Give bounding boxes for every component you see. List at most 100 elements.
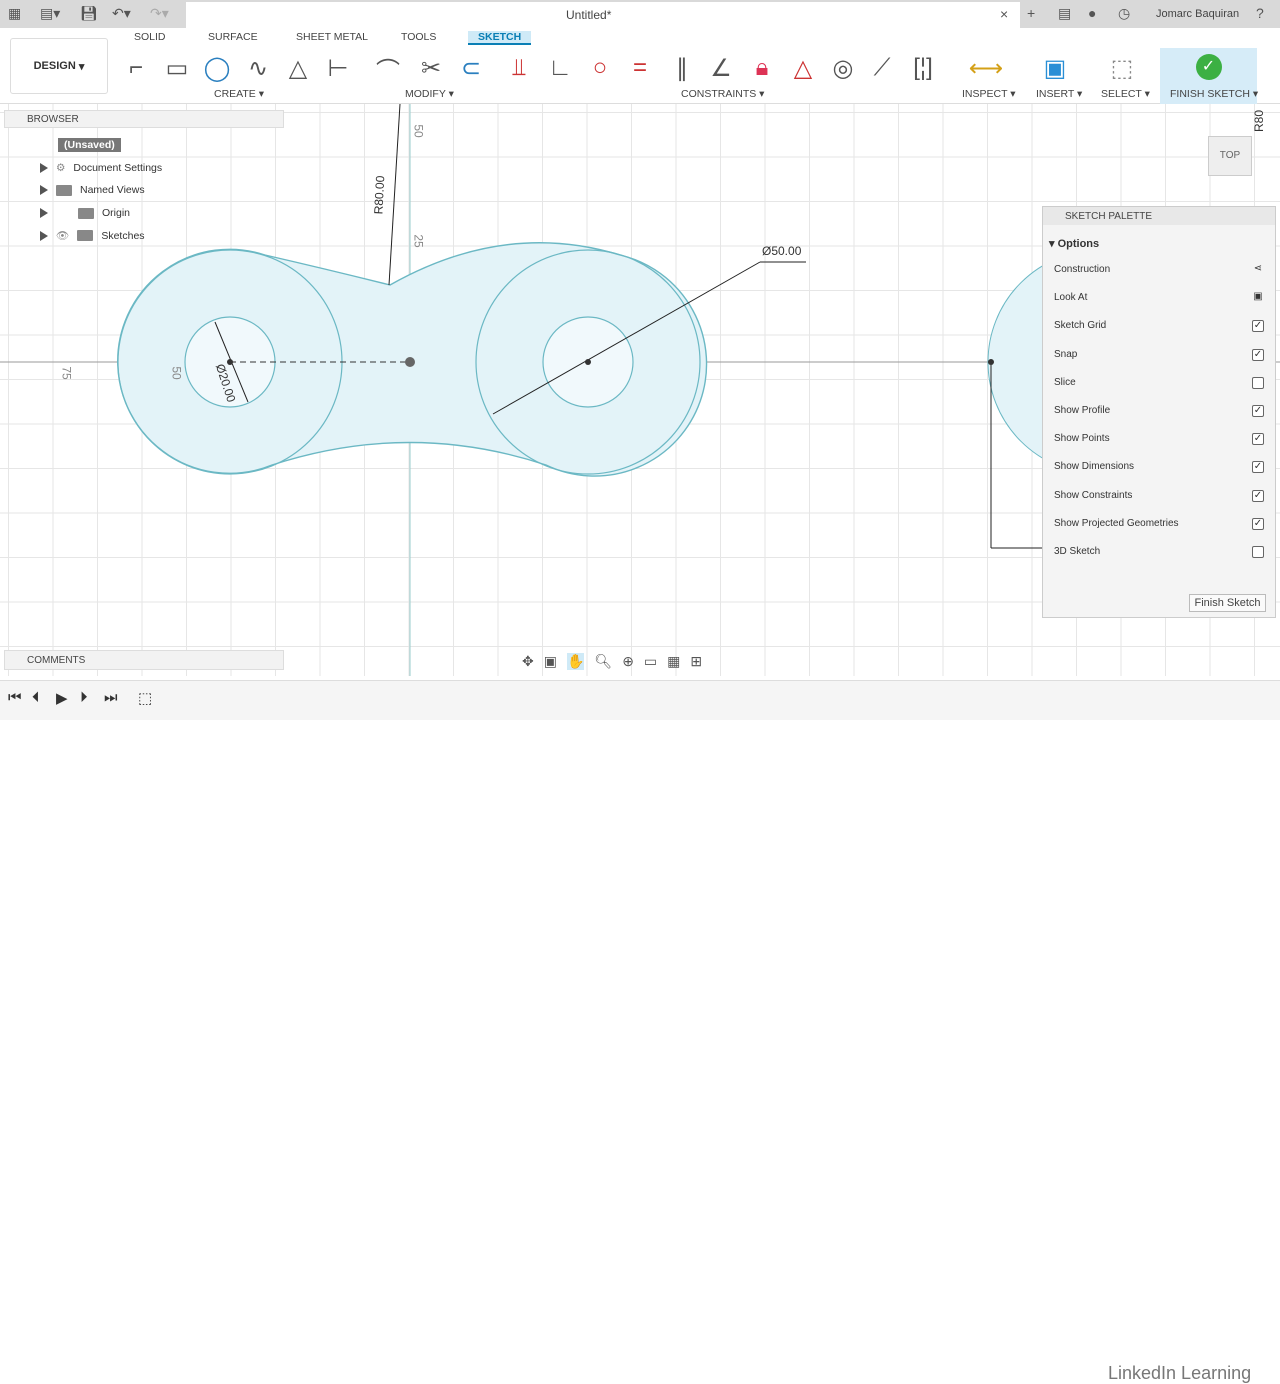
spline-tool-icon[interactable]: ∿ xyxy=(242,52,274,84)
checkbox[interactable]: ✓ xyxy=(1252,433,1264,446)
insert-image-icon[interactable]: ▣ xyxy=(1039,52,1071,84)
tab-tools[interactable]: TOOLS xyxy=(401,31,436,43)
checkbox[interactable]: ✓ xyxy=(1252,320,1264,333)
palette-option-label: Show Dimensions xyxy=(1054,461,1135,473)
tangent-constraint-icon[interactable]: ○ xyxy=(584,52,616,84)
clock-icon[interactable]: ◷ xyxy=(1118,5,1130,22)
browser-item-named-views[interactable]: Named Views xyxy=(40,184,145,196)
triangle-tool-icon[interactable]: △ xyxy=(282,52,314,84)
help-icon[interactable]: ? xyxy=(1256,5,1264,21)
parallel-constraint-icon[interactable]: ∥ xyxy=(666,52,698,84)
file-menu-icon[interactable]: ▤▾ xyxy=(40,5,60,22)
look-at-icon[interactable]: ▣ xyxy=(544,653,557,670)
tab-sheet-metal[interactable]: SHEET METAL xyxy=(296,31,368,43)
palette-option-label: 3D Sketch xyxy=(1054,546,1101,557)
perpendicular-constraint-icon[interactable]: ∟ xyxy=(544,52,576,84)
browser-root[interactable]: (Unsaved) xyxy=(58,138,121,152)
checkbox[interactable]: ✓ xyxy=(1252,489,1264,502)
play-icon[interactable]: ▶ xyxy=(56,689,68,707)
select-window-icon[interactable]: ⬚ xyxy=(1106,52,1138,84)
checkbox[interactable]: ✓ xyxy=(1252,461,1264,474)
palette-option-label: Show Constraints xyxy=(1054,489,1133,501)
undo-icon[interactable]: ↶▾ xyxy=(112,5,131,22)
palette-header[interactable]: SKETCH PALETTE xyxy=(1043,207,1275,225)
coincident-constraint-icon[interactable]: ⫫ xyxy=(503,52,535,84)
checkbox[interactable] xyxy=(1252,376,1264,389)
browser-item-sketches[interactable]: 👁︎ Sketches xyxy=(40,229,145,242)
eye-icon: 👁︎ xyxy=(56,230,70,242)
palette-option-row: Show Projected Geometries ✓ xyxy=(1054,517,1264,530)
line-tool-icon[interactable]: ⌐ xyxy=(120,52,152,84)
construction-icon[interactable]: ⋖ xyxy=(1252,264,1264,276)
checkbox[interactable]: ✓ xyxy=(1252,517,1264,530)
measure-icon[interactable]: ⟷ xyxy=(969,52,1003,84)
checkbox[interactable]: ✓ xyxy=(1252,405,1264,417)
timeline-sketch-feature-icon[interactable]: ⬚ xyxy=(138,689,152,707)
palette-option-label: Look At xyxy=(1054,292,1088,304)
angle-constraint-icon[interactable]: ∠ xyxy=(705,52,737,84)
job-status-icon[interactable]: ● xyxy=(1088,5,1096,21)
user-name[interactable]: Jomarc Baquiran xyxy=(1156,8,1239,20)
view-cube[interactable]: TOP xyxy=(1208,136,1252,176)
diameter-dimension-large[interactable]: Ø50.00 xyxy=(762,244,801,258)
triangle-constraint-icon[interactable]: △ xyxy=(787,52,819,84)
new-tab-icon[interactable]: + xyxy=(1027,5,1035,21)
select-menu[interactable]: SELECT ▾ xyxy=(1101,88,1150,100)
notifications-icon[interactable]: ▤ xyxy=(1058,5,1071,22)
pan-icon[interactable]: ✋ xyxy=(566,652,585,670)
grid-settings-icon[interactable]: ▦ xyxy=(667,653,680,670)
fillet-tool-icon[interactable]: ⌒ xyxy=(372,52,404,85)
inspect-menu[interactable]: INSPECT ▾ xyxy=(962,88,1016,100)
redo-icon[interactable]: ↷▾ xyxy=(150,5,169,22)
step-forward-icon[interactable]: ⏵ xyxy=(80,689,88,706)
fit-icon[interactable]: ⊕ xyxy=(622,653,634,670)
insert-menu[interactable]: INSERT ▾ xyxy=(1036,88,1082,100)
palette-option-label: Show Points xyxy=(1054,433,1110,445)
comments-panel[interactable]: COMMENTS xyxy=(4,650,284,670)
orbit-icon[interactable]: ✥ xyxy=(522,653,534,670)
symmetry-constraint-icon[interactable]: [¦] xyxy=(907,52,939,84)
create-menu[interactable]: CREATE ▾ xyxy=(214,88,264,100)
checkbox[interactable]: ✓ xyxy=(1252,348,1264,361)
palette-option-row: Construction ⋖ xyxy=(1054,264,1264,276)
midpoint-constraint-icon[interactable]: ⟋ xyxy=(866,52,898,84)
browser-header[interactable]: BROWSER xyxy=(4,110,284,128)
viewports-icon[interactable]: ⊞ xyxy=(690,653,702,670)
finish-sketch-menu[interactable]: FINISH SKETCH ▾ xyxy=(1170,88,1258,100)
radius-dimension-right[interactable]: R80 xyxy=(1252,110,1266,132)
dimension-tool-icon[interactable]: ⊢ xyxy=(322,52,354,84)
rectangle-tool-icon[interactable]: ▭ xyxy=(161,52,193,84)
tab-surface[interactable]: SURFACE xyxy=(208,31,258,43)
zoom-icon[interactable]: 🔍︎ xyxy=(594,653,612,670)
go-to-start-icon[interactable]: ⏮ xyxy=(8,689,22,706)
offset-tool-icon[interactable]: ⊂ xyxy=(455,52,487,84)
circle-tool-icon[interactable]: ◯ xyxy=(201,52,233,84)
tab-solid[interactable]: SOLID xyxy=(134,31,166,43)
close-tab-icon[interactable]: × xyxy=(1000,6,1008,22)
step-back-icon[interactable]: ⏴ xyxy=(32,689,40,706)
checkbox[interactable] xyxy=(1252,546,1264,558)
tab-sketch[interactable]: SKETCH xyxy=(468,31,532,45)
browser-item-document-settings[interactable]: ⚙ Document Settings xyxy=(40,162,162,174)
finish-sketch-palette-button[interactable]: Finish Sketch xyxy=(1189,594,1266,612)
concentric-constraint-icon[interactable]: ◎ xyxy=(827,52,859,84)
palette-option-row: 3D Sketch xyxy=(1054,546,1264,558)
modify-menu[interactable]: MODIFY ▾ xyxy=(405,88,454,100)
save-icon[interactable]: 💾︎ xyxy=(80,5,98,22)
apps-grid-icon[interactable]: ▦ xyxy=(8,5,21,22)
go-to-end-icon[interactable]: ⏭ xyxy=(104,689,118,706)
browser-item-origin[interactable]: Origin xyxy=(40,207,130,219)
look-at-icon[interactable]: ▣ xyxy=(1252,292,1264,304)
trim-tool-icon[interactable]: ✂ xyxy=(415,52,447,84)
equal-constraint-icon[interactable]: = xyxy=(624,52,656,84)
display-settings-icon[interactable]: ▭ xyxy=(644,653,657,670)
toolbar-ribbon: DESIGN ▾ SOLID SURFACE SHEET METAL TOOLS… xyxy=(0,28,1280,104)
checkmark-icon: ✓ xyxy=(1195,54,1222,80)
options-section[interactable]: ▾ Options xyxy=(1049,237,1099,250)
fix-constraint-icon[interactable]: 🔒︎ xyxy=(746,52,778,84)
constraints-menu[interactable]: CONSTRAINTS ▾ xyxy=(681,88,764,100)
workspace-switcher[interactable]: DESIGN ▾ xyxy=(10,38,108,94)
palette-option-row: Show Points ✓ xyxy=(1054,433,1264,446)
radius-dimension[interactable]: R80.00 xyxy=(371,175,387,214)
palette-option-label: Show Profile xyxy=(1054,405,1111,416)
